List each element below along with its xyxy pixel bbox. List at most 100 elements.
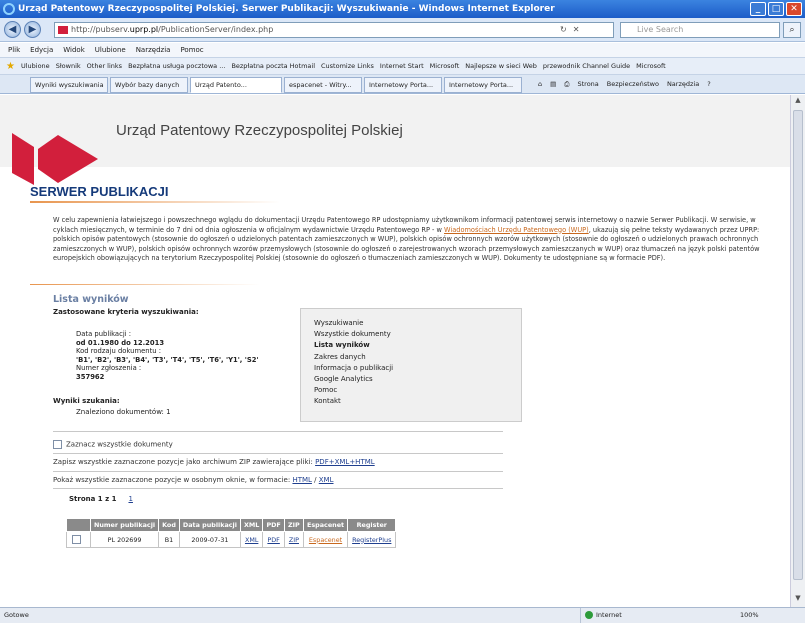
scroll-thumb[interactable] — [793, 110, 803, 580]
institution-name: Urząd Patentowy Rzeczypospolitej Polskie… — [116, 122, 403, 139]
stop-icon[interactable]: ✕ — [573, 25, 580, 34]
divider — [53, 453, 503, 454]
feeds-icon[interactable]: ▤ — [550, 79, 556, 90]
close-button[interactable]: ✕ — [786, 2, 802, 16]
tab-urzad[interactable]: Urząd Patento... — [190, 77, 282, 93]
tab-bar: Wyniki wyszukiwania Wybór bazy danych Ur… — [0, 75, 805, 94]
divider — [53, 431, 503, 432]
table-header-row: Numer publikacji Kod Data publikacji XML… — [66, 518, 397, 532]
zoom-level[interactable]: 100% — [740, 608, 759, 623]
vertical-scrollbar[interactable]: ▲ ▼ — [790, 95, 805, 607]
page-title: SERWER PUBLIKACJI — [30, 184, 169, 199]
print-icon[interactable]: ⎙ — [564, 79, 569, 90]
side-menu-contact[interactable]: Kontakt — [314, 396, 521, 407]
menu-tools[interactable]: Narzędzia — [136, 43, 171, 57]
help-icon[interactable]: ? — [707, 79, 710, 90]
tab-espacenet[interactable]: espacenet - Witry... — [284, 77, 362, 93]
home-icon[interactable]: ⌂ — [538, 79, 542, 90]
ie-icon — [3, 3, 15, 15]
select-all-label[interactable]: Zaznacz wszystkie dokumenty — [66, 441, 173, 449]
divider — [53, 471, 503, 472]
window-title: Urząd Patentowy Rzeczypospolitej Polskie… — [18, 4, 555, 14]
col-number: Numer publikacji — [89, 518, 160, 532]
col-select — [66, 518, 91, 532]
wup-link[interactable]: Wiadomościach Urzędu Patentowego (WUP) — [444, 226, 589, 234]
site-favicon — [58, 26, 68, 34]
cell-kod: B1 — [158, 531, 180, 548]
tab-wybor[interactable]: Wybór bazy danych — [110, 77, 188, 93]
scroll-down-icon[interactable]: ▼ — [792, 594, 804, 606]
search-input[interactable]: Live Search — [620, 22, 780, 38]
select-all-row: Zaznacz wszystkie dokumenty — [53, 440, 173, 449]
tool-tools[interactable]: Narzędzia — [667, 79, 699, 90]
menu-favorites[interactable]: Ulubione — [95, 43, 126, 57]
fav-item[interactable]: Bezpłatna usługa pocztowa ... — [128, 58, 225, 74]
fav-item[interactable]: Microsoft — [636, 58, 666, 74]
found-count: Znaleziono dokumentów: 1 — [76, 408, 171, 416]
col-espacenet: Espacenet — [302, 518, 349, 532]
fav-item[interactable]: Other links — [87, 58, 122, 74]
side-menu: Wyszukiwanie Wszystkie dokumenty Lista w… — [300, 308, 522, 422]
forward-icon[interactable]: ▶ — [24, 21, 41, 38]
xml-link[interactable]: XML — [245, 536, 258, 544]
fav-item[interactable]: Ulubione — [21, 58, 50, 74]
show-xml-link[interactable]: XML — [319, 476, 334, 484]
divider — [30, 284, 260, 285]
menu-view[interactable]: Widok — [63, 43, 85, 57]
minimize-button[interactable]: _ — [750, 2, 766, 16]
tab-portal-1[interactable]: Internetowy Porta... — [364, 77, 442, 93]
show-html-link[interactable]: HTML — [292, 476, 311, 484]
url-field[interactable]: http://pubserv.uprp.pl/PublicationServer… — [54, 22, 614, 38]
favorites-bar: ★ Ulubione Słownik Other links Bezpłatna… — [0, 57, 805, 75]
pagination: Strona 1 z 11 — [69, 495, 133, 503]
menu-file[interactable]: Plik — [8, 43, 20, 57]
fav-item[interactable]: Bezpłatna poczta Hotmail — [231, 58, 315, 74]
scroll-up-icon[interactable]: ▲ — [792, 96, 804, 108]
favorites-star-icon[interactable]: ★ — [6, 58, 15, 74]
fav-item[interactable]: Internet Start — [380, 58, 424, 74]
refresh-icon[interactable]: ↻ — [560, 25, 567, 34]
pdf-link[interactable]: PDF — [267, 536, 279, 544]
search-icon[interactable]: ⌕ — [783, 22, 801, 38]
col-kod: Kod — [158, 518, 180, 532]
tab-wyniki[interactable]: Wyniki wyszukiwania — [30, 77, 108, 93]
menu-edit[interactable]: Edycja — [30, 43, 53, 57]
zip-download-link[interactable]: PDF+XML+HTML — [315, 458, 375, 466]
fav-item[interactable]: Microsoft — [430, 58, 460, 74]
side-menu-all-docs[interactable]: Wszystkie dokumenty — [314, 329, 521, 340]
tool-page[interactable]: Strona — [578, 79, 599, 90]
side-menu-search[interactable]: Wyszukiwanie — [314, 318, 521, 329]
security-zone: Internet — [580, 608, 700, 623]
side-menu-results[interactable]: Lista wyników — [314, 340, 521, 351]
cell-date: 2009-07-31 — [178, 531, 241, 548]
fav-item[interactable]: Najlepsze w sieci Web — [465, 58, 537, 74]
side-menu-help[interactable]: Pomoc — [314, 385, 521, 396]
page-content: Urząd Patentowy Rzeczypospolitej Polskie… — [0, 95, 790, 607]
divider — [30, 201, 280, 203]
select-all-checkbox[interactable] — [53, 440, 62, 449]
divider — [53, 488, 503, 489]
page-1-link[interactable]: 1 — [128, 495, 132, 503]
back-icon[interactable]: ◀ — [4, 21, 21, 38]
espacenet-link[interactable]: Espacenet — [309, 536, 342, 544]
menu-help[interactable]: Pomoc — [180, 43, 203, 57]
cell-number: PL 202699 — [89, 531, 160, 548]
zip-link[interactable]: ZIP — [289, 536, 299, 544]
summary-heading: Wyniki szukania: — [53, 397, 120, 405]
side-menu-data-range[interactable]: Zakres danych — [314, 352, 521, 363]
col-pdf: PDF — [262, 518, 285, 532]
fav-item[interactable]: przewodnik Channel Guide — [543, 58, 630, 74]
window-title-bar: Urząd Patentowy Rzeczypospolitej Polskie… — [0, 0, 805, 18]
maximize-button[interactable]: □ — [768, 2, 784, 16]
results-table: Numer publikacji Kod Data publikacji XML… — [66, 518, 397, 548]
col-xml: XML — [239, 518, 264, 532]
register-link[interactable]: RegisterPlus — [352, 536, 391, 544]
fav-item[interactable]: Customize Links — [321, 58, 374, 74]
intro-text: W celu zapewnienia łatwiejszego i powsze… — [53, 216, 760, 262]
row-checkbox[interactable] — [72, 535, 81, 544]
side-menu-publication-info[interactable]: Informacja o publikacji — [314, 363, 521, 374]
fav-item[interactable]: Słownik — [56, 58, 81, 74]
tab-portal-2[interactable]: Internetowy Porta... — [444, 77, 522, 93]
side-menu-analytics[interactable]: Google Analytics — [314, 374, 521, 385]
tool-security[interactable]: Bezpieczeństwo — [607, 79, 659, 90]
